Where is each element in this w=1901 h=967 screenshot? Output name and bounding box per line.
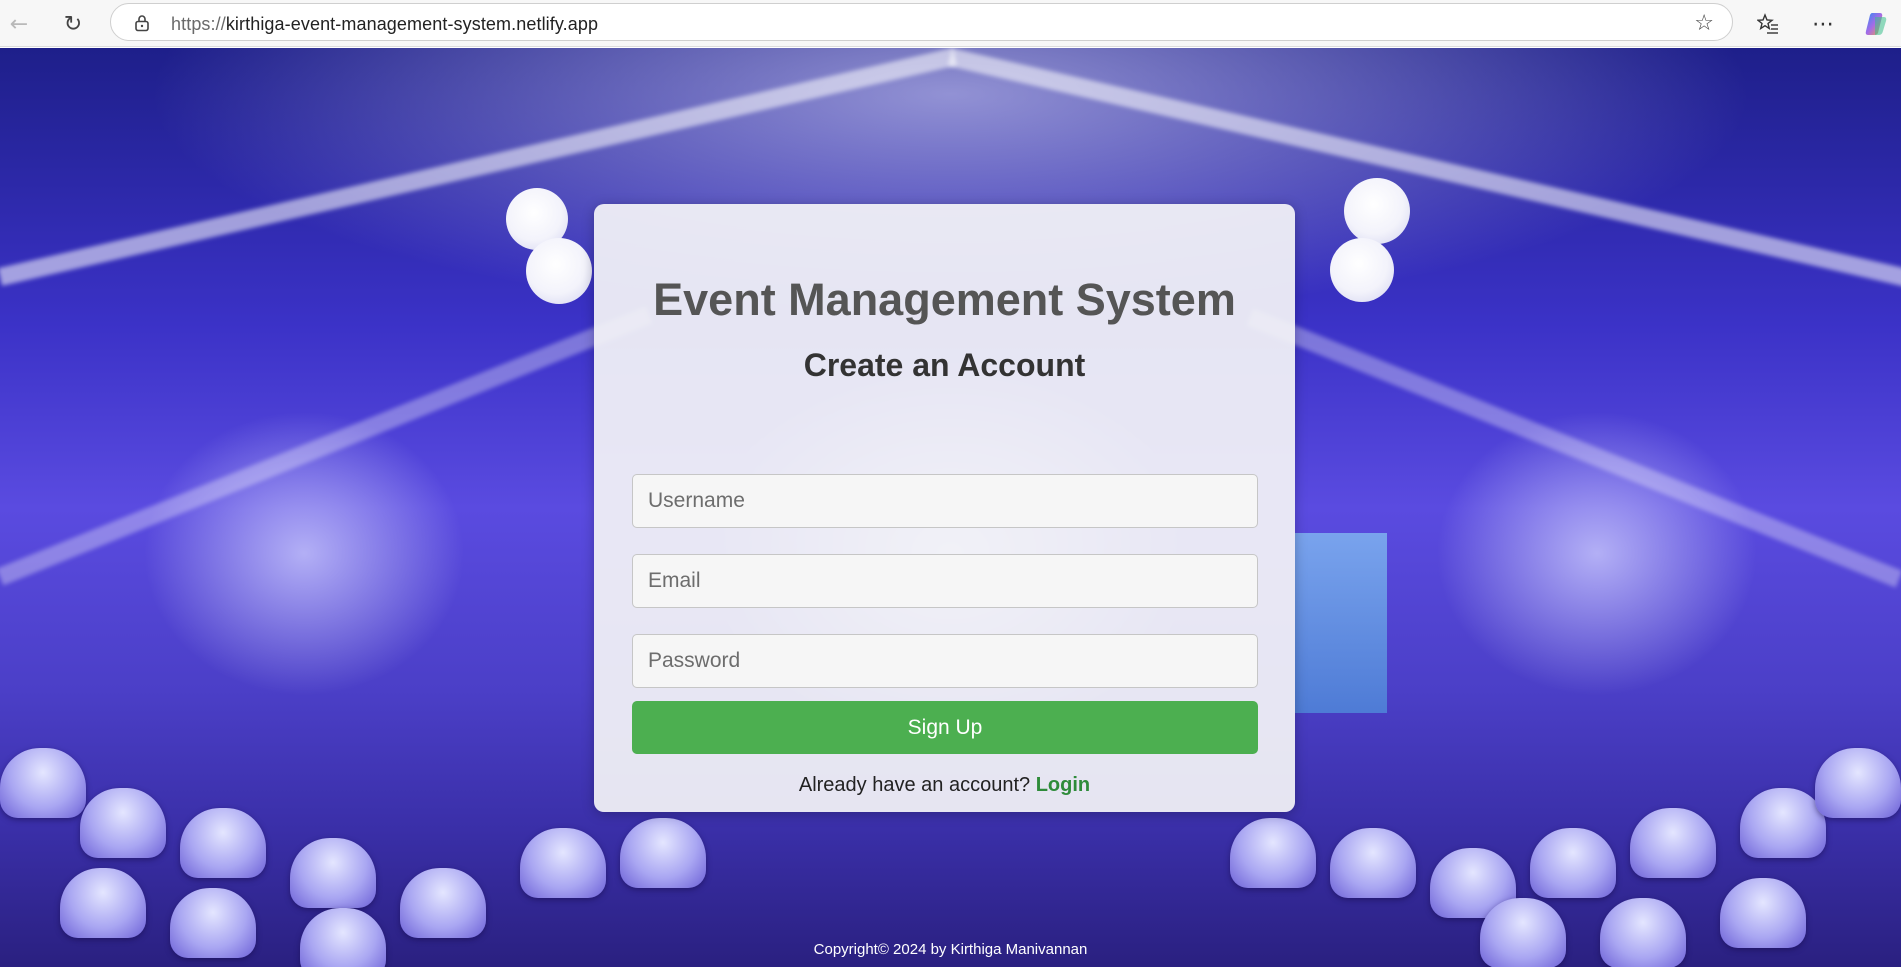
chair xyxy=(180,808,266,878)
chair xyxy=(80,788,166,858)
browser-toolbar: ← ↻ https://kirthiga-event-management-sy… xyxy=(0,0,1901,47)
lantern-left-bottom xyxy=(526,238,592,304)
username-input[interactable] xyxy=(632,474,1258,528)
page-background: Event Management System Create an Accoun… xyxy=(0,48,1901,967)
url-scheme: https:// xyxy=(171,14,226,34)
lock-icon[interactable] xyxy=(133,14,151,32)
projection-screen xyxy=(1295,533,1387,713)
chair xyxy=(520,828,606,898)
favorites-icon[interactable] xyxy=(1752,8,1784,40)
login-prompt: Already have an account? Login xyxy=(594,774,1295,797)
lantern-right-bottom xyxy=(1330,238,1394,302)
back-icon[interactable]: ← xyxy=(3,8,35,40)
footer-copyright: Copyright© 2024 by Kirthiga Manivannan xyxy=(813,941,1088,958)
refresh-icon[interactable]: ↻ xyxy=(57,8,89,40)
chair xyxy=(1815,748,1901,818)
chair xyxy=(400,868,486,938)
password-input[interactable] xyxy=(632,634,1258,688)
more-icon[interactable]: ⋯ xyxy=(1807,8,1839,40)
chair xyxy=(620,818,706,888)
chair xyxy=(290,838,376,908)
chair xyxy=(0,748,86,818)
url-text[interactable]: https://kirthiga-event-management-system… xyxy=(171,14,598,35)
lantern-right-top xyxy=(1344,178,1410,244)
tent-beam-left-low xyxy=(0,306,653,586)
chair xyxy=(1740,788,1826,858)
chair xyxy=(300,908,386,967)
chair xyxy=(60,868,146,938)
chair xyxy=(1630,808,1716,878)
page-title: Event Management System xyxy=(653,274,1236,325)
login-prompt-text: Already have an account? xyxy=(798,774,1036,796)
address-bar[interactable]: https://kirthiga-event-management-system… xyxy=(110,3,1733,41)
copilot-icon[interactable] xyxy=(1860,8,1892,40)
signup-button[interactable]: Sign Up xyxy=(632,701,1258,754)
chair xyxy=(1230,818,1316,888)
email-input[interactable] xyxy=(632,554,1258,608)
login-link[interactable]: Login xyxy=(1036,774,1090,796)
signup-card: Event Management System Create an Accoun… xyxy=(594,204,1295,812)
url-host: kirthiga-event-management-system.netlify… xyxy=(225,14,599,34)
chair xyxy=(1530,828,1616,898)
star-icon[interactable]: ☆ xyxy=(1694,11,1714,36)
chair xyxy=(1720,878,1806,948)
form-subtitle: Create an Account xyxy=(803,347,1086,383)
chair xyxy=(1330,828,1416,898)
